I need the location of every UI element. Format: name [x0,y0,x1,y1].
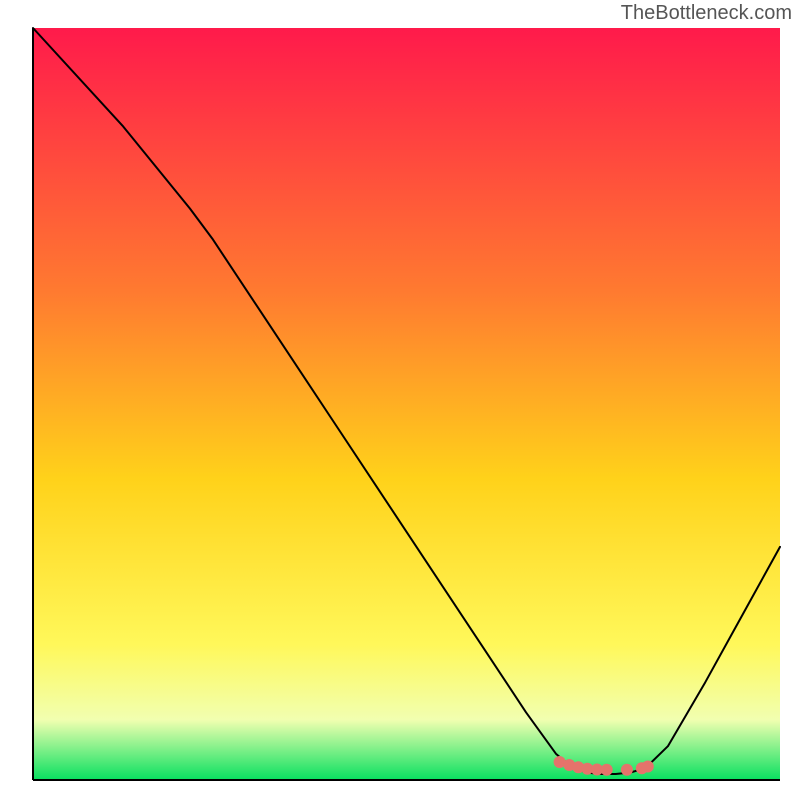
bottleneck-chart [0,0,800,800]
chart-container: TheBottleneck.com [0,0,800,800]
attribution-label: TheBottleneck.com [621,2,792,25]
